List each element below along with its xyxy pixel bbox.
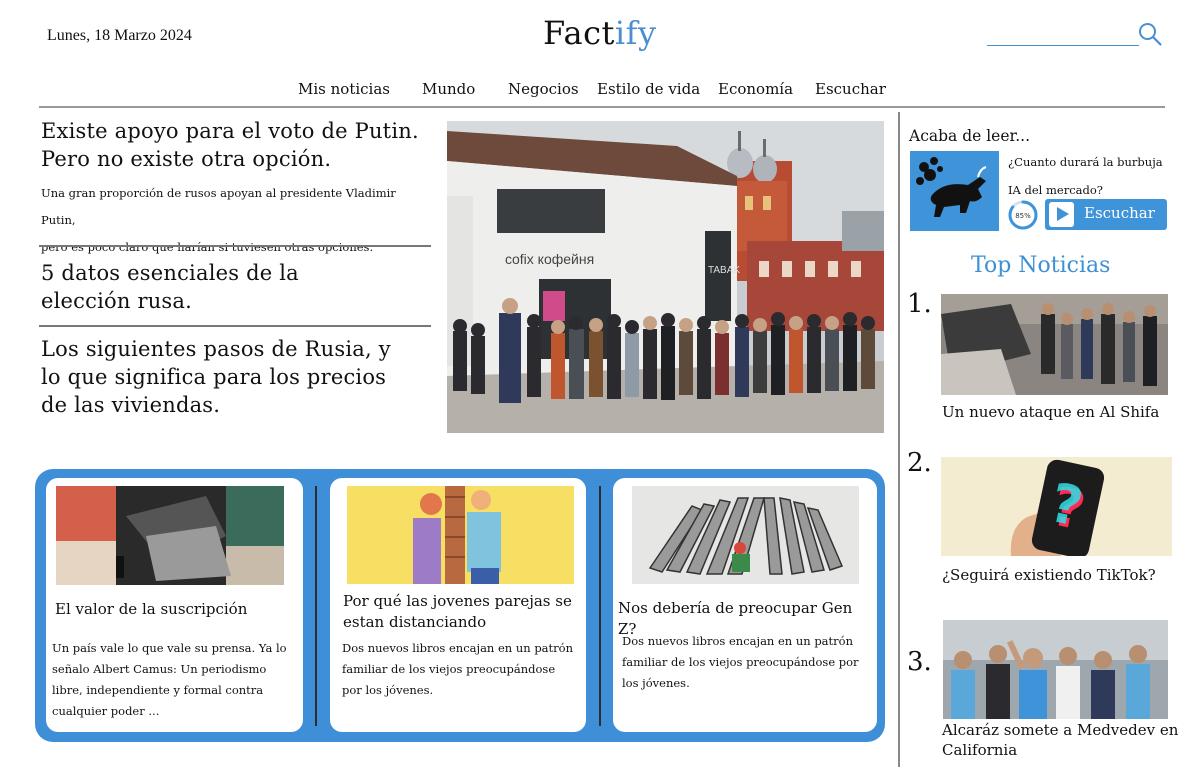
feature-card[interactable]: Por qué las jovenes parejas se estan dis… xyxy=(330,478,586,732)
card-2-image xyxy=(347,486,574,584)
just-read-image[interactable] xyxy=(910,151,999,231)
card-divider xyxy=(315,486,317,726)
card-2-body: Dos nuevos libros encajan en un patrón f… xyxy=(342,641,573,697)
nav-escuchar[interactable]: Escuchar xyxy=(815,80,886,98)
top-news-1-image[interactable] xyxy=(941,294,1168,395)
top-news-3-image[interactable] xyxy=(943,620,1168,719)
top-news-1-caption[interactable]: Un nuevo ataque en Al Shifa xyxy=(942,402,1170,422)
hero-photo[interactable]: cofix кофейня TABAK xyxy=(447,121,884,433)
just-read-title[interactable]: ¿Cuanto durará la burbuja IA del mercado… xyxy=(1008,148,1168,204)
search-input[interactable] xyxy=(987,45,1139,46)
logo-accent: ify xyxy=(614,14,657,52)
feature-card[interactable]: Nos debería de preocupar Gen Z? Dos nuev… xyxy=(613,478,877,732)
card-divider xyxy=(599,486,601,726)
column-divider xyxy=(898,112,900,767)
lead-story-summary-line-1: Una gran proporción de rusos apoyan al p… xyxy=(41,186,396,227)
card-3-body: Dos nuevos libros encajan en un patrón f… xyxy=(622,634,859,690)
read-progress-label: 85% xyxy=(1015,212,1031,220)
story-2-headline[interactable]: 5 datos esenciales de la elección rusa. xyxy=(41,259,341,315)
card-2-title[interactable]: Por qué las jovenes parejas se estan dis… xyxy=(343,591,579,633)
nav-estilo-de-vida[interactable]: Estilo de vida xyxy=(597,80,700,98)
card-1-image xyxy=(56,486,284,585)
story-divider xyxy=(39,245,431,247)
lead-story-summary-line-2: pero es poco claro que harían si tuviese… xyxy=(41,240,374,254)
card-3-image xyxy=(632,486,859,584)
story-2[interactable]: 5 datos esenciales de la elección rusa. xyxy=(41,259,341,315)
top-news-rank: 3. xyxy=(907,647,932,677)
nav-negocios[interactable]: Negocios xyxy=(508,80,579,98)
nav-mis-noticias[interactable]: Mis noticias xyxy=(298,80,390,98)
story-divider xyxy=(39,325,431,327)
read-progress-ring: 85% xyxy=(1008,200,1038,230)
hero-sign-cofix: cofix кофейня xyxy=(505,251,594,267)
logo-main: Fact xyxy=(543,14,615,52)
search-icon[interactable] xyxy=(1137,21,1163,47)
lead-story-headline[interactable]: Existe apoyo para el voto de Putin. Pero… xyxy=(41,117,433,173)
story-3[interactable]: Los siguientes pasos de Rusia, y lo que … xyxy=(41,335,411,419)
card-1-title[interactable]: El valor de la suscripción xyxy=(55,599,295,620)
top-news-2-image[interactable]: ? ? xyxy=(941,457,1172,556)
top-news-title: Top Noticias xyxy=(971,253,1111,278)
card-1-body: Un país vale lo que vale su prensa. Ya l… xyxy=(52,641,287,718)
top-news-rank: 2. xyxy=(907,448,932,478)
lead-story[interactable]: Existe apoyo para el voto de Putin. Pero… xyxy=(41,117,433,261)
just-read-label: Acaba de leer... xyxy=(909,127,1031,145)
hero-illustration: cofix кофейня TABAK xyxy=(447,121,884,433)
listen-button-label: Escuchar xyxy=(1084,204,1155,222)
main-nav: Mis noticias Mundo Negocios Estilo de vi… xyxy=(0,80,1200,100)
bull-icon xyxy=(910,151,999,231)
nav-economia[interactable]: Economía xyxy=(718,80,793,98)
listen-button[interactable]: Escuchar xyxy=(1045,199,1167,230)
story-3-headline[interactable]: Los siguientes pasos de Rusia, y lo que … xyxy=(41,335,411,419)
play-icon xyxy=(1049,202,1074,227)
nav-divider xyxy=(39,106,1165,108)
top-news-rank: 1. xyxy=(907,289,932,319)
header-date: Lunes, 18 Marzo 2024 xyxy=(47,27,192,44)
top-news-2-caption[interactable]: ¿Seguirá existiendo TikTok? xyxy=(942,565,1170,585)
feature-card[interactable]: El valor de la suscripción Un país vale … xyxy=(46,478,303,732)
site-logo[interactable]: Factify xyxy=(543,14,657,52)
top-news-3-caption[interactable]: Alcaráz somete a Medvedev en California xyxy=(942,720,1182,760)
hero-sign-tabak: TABAK xyxy=(708,265,740,276)
nav-mundo[interactable]: Mundo xyxy=(422,80,475,98)
